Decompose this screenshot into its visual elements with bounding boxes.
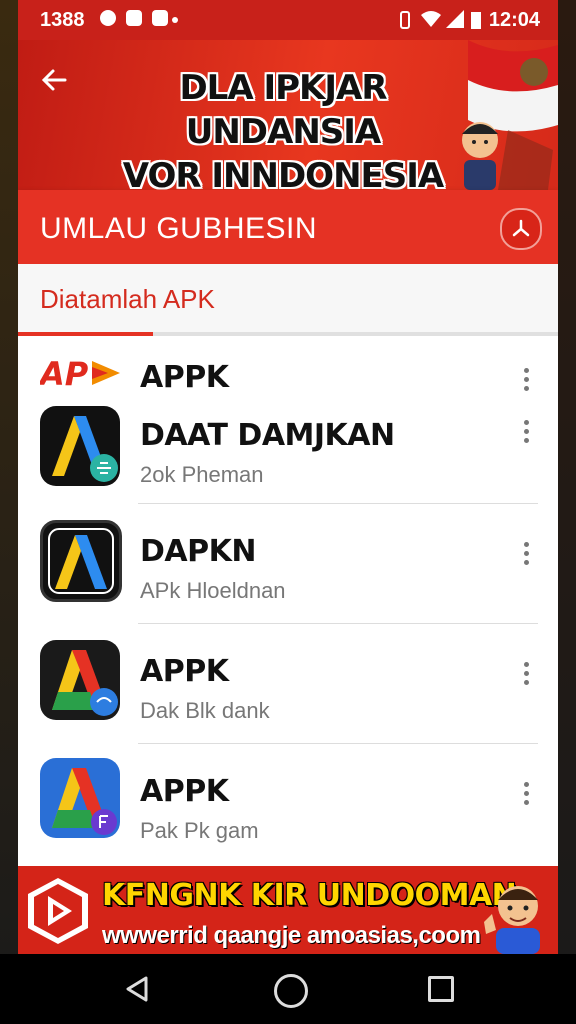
app-screen: 1388 12:04 DLA IPKJAR UNDANSIA VOR INNDO… xyxy=(18,0,558,1024)
right-background-edge xyxy=(558,0,576,1024)
tab-bar: Diatamlah APK xyxy=(18,264,558,336)
play-logo-icon xyxy=(28,878,88,944)
ad-title: KFNGNK KIR UNDOOMAN xyxy=(102,878,517,913)
system-nav-bar xyxy=(0,954,576,1024)
message-icon xyxy=(152,10,168,26)
app-a-frame-icon xyxy=(40,520,122,602)
list-item[interactable]: APPK Dak Blk dank xyxy=(18,626,558,744)
mascot-thumbs-up-icon xyxy=(484,886,540,954)
nav-home-icon[interactable] xyxy=(274,974,308,1008)
share-button[interactable] xyxy=(500,208,542,250)
wifi-icon xyxy=(421,11,441,27)
app-notification-icon xyxy=(126,10,142,26)
status-left-time: 1388 xyxy=(40,9,85,31)
mascot-icon xyxy=(462,122,498,190)
list-item-title: DAAT DAMJKAN xyxy=(140,418,395,453)
header-banner: DLA IPKJAR UNDANSIA VOR INNDONESIA xyxy=(18,40,558,190)
list-divider xyxy=(138,743,538,744)
nav-recents-icon[interactable] xyxy=(428,976,454,1002)
notification-icon xyxy=(100,10,116,26)
status-clock: 12:04 xyxy=(488,9,540,31)
signal-icon xyxy=(446,10,464,28)
list-item-title: APPK xyxy=(140,360,229,395)
more-options-icon[interactable] xyxy=(522,368,530,394)
status-bar: 1388 12:04 xyxy=(18,0,558,40)
ad-banner[interactable]: KFNGNK KIR UNDOOMAN wwwerrid qaangje amo… xyxy=(18,866,558,954)
ad-url: wwwerrid qaangje amoasias,coom xyxy=(102,922,481,949)
svg-text:AP: AP xyxy=(40,356,89,390)
more-options-icon[interactable] xyxy=(522,542,530,568)
list-item[interactable]: DAPKN APk Hloeldnan xyxy=(18,506,558,624)
list-item-subtitle: APk Hloeldnan xyxy=(140,578,286,603)
back-button[interactable] xyxy=(36,62,72,98)
list-item[interactable]: APPK Pak Pk gam xyxy=(18,746,558,866)
list-item[interactable]: AP APPK xyxy=(18,336,558,395)
app-a-icon xyxy=(40,406,120,486)
banner-title-line1: DLA IPKJAR UNDANSIA xyxy=(179,68,387,152)
nav-back-icon[interactable] xyxy=(122,974,152,1004)
more-options-icon[interactable] xyxy=(522,782,530,808)
list-divider xyxy=(138,623,538,624)
banner-title-line2: VOR INNDONESIA xyxy=(122,156,444,190)
tab-apk[interactable]: Diatamlah APK xyxy=(40,284,215,315)
more-notifications-dot xyxy=(172,17,178,23)
list-item-subtitle: Pak Pk gam xyxy=(140,818,259,843)
banner-title: DLA IPKJAR UNDANSIA VOR INNDONESIA xyxy=(88,66,478,190)
left-background-edge xyxy=(0,0,18,1024)
app-list: AP APPK DAAT DAMJKAN 2ok Pheman DAPKN AP… xyxy=(18,336,558,866)
list-item-title: DAPKN xyxy=(140,534,256,569)
vibrate-icon xyxy=(400,11,410,29)
battery-icon xyxy=(471,12,481,29)
list-item-title: APPK xyxy=(140,654,229,689)
list-divider xyxy=(138,503,538,504)
share-icon xyxy=(512,219,530,237)
list-item-subtitle: Dak Blk dank xyxy=(140,698,270,723)
list-item-subtitle: 2ok Pheman xyxy=(140,462,264,487)
section-title: UMLAU GUBHESIN xyxy=(40,212,318,245)
app-a-color-icon xyxy=(40,640,120,720)
arrow-back-icon xyxy=(41,69,67,91)
list-item-title: APPK xyxy=(140,774,229,809)
list-item[interactable]: DAAT DAMJKAN 2ok Pheman xyxy=(18,396,558,506)
ap-logo-icon: AP xyxy=(40,356,120,390)
app-a-blue-icon xyxy=(40,758,120,838)
section-header: UMLAU GUBHESIN xyxy=(18,190,558,264)
more-options-icon[interactable] xyxy=(522,420,530,446)
more-options-icon[interactable] xyxy=(522,662,530,688)
